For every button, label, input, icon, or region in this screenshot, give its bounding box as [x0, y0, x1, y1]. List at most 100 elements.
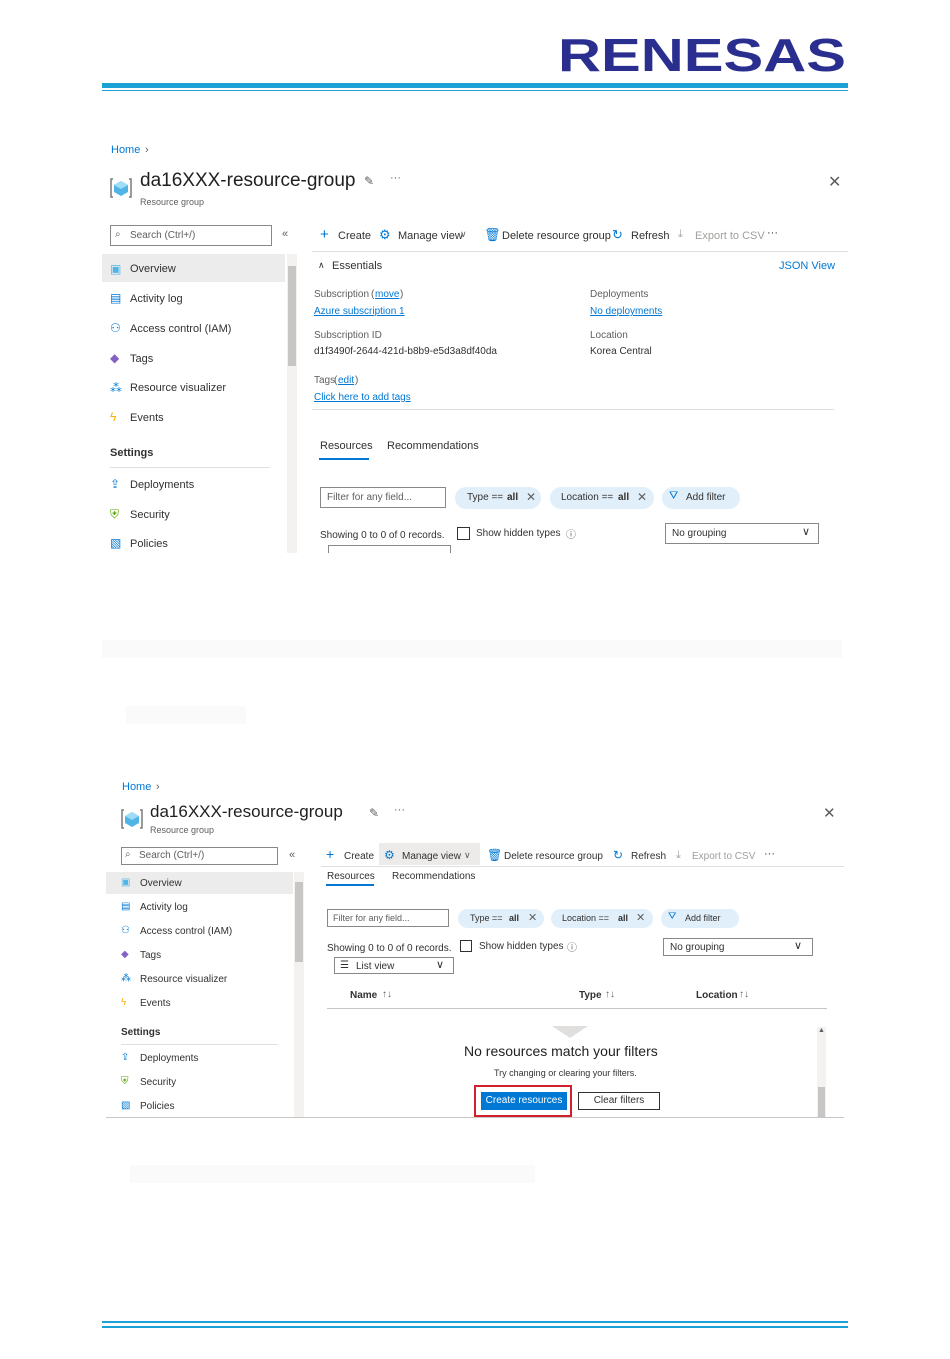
empty-title: No resources match your filters	[464, 1043, 658, 1059]
close-icon[interactable]: ✕	[636, 911, 645, 924]
tab-resources[interactable]: Resources	[320, 440, 373, 452]
type-filter-value: all	[507, 492, 519, 503]
faint-band	[126, 706, 246, 724]
sidebar-item-label: Overview	[140, 878, 182, 889]
manage-view-button[interactable]: Manage view	[398, 230, 463, 242]
show-hidden-checkbox[interactable]	[457, 527, 470, 540]
header-rule-thin	[102, 90, 848, 91]
pin-icon[interactable]: ✎	[369, 806, 379, 820]
subscription-link[interactable]: Azure subscription 1	[314, 306, 405, 317]
toolbar-more-icon[interactable]: ···	[764, 848, 775, 860]
grouping-value: No grouping	[672, 528, 727, 539]
breadcrumb-home[interactable]: Home	[111, 144, 140, 156]
sort-icon[interactable]: ↑↓	[382, 989, 392, 1000]
content-scroll-thumb[interactable]	[818, 1087, 825, 1117]
sort-icon[interactable]: ↑↓	[605, 989, 615, 1000]
toolbar-more-icon[interactable]: ···	[767, 227, 778, 239]
sidebar-scroll-thumb[interactable]	[288, 266, 296, 366]
export-csv-button[interactable]: Export to CSV	[695, 230, 765, 242]
edit-tags-link[interactable]: edit	[338, 375, 354, 386]
chevron-down-icon: ∨	[794, 940, 803, 952]
sidebar-item-resource-visualizer[interactable]: Resource visualizer	[140, 974, 227, 985]
tags-label: Tags	[314, 375, 336, 386]
pin-icon[interactable]: ✎	[364, 174, 374, 188]
tab-recommendations[interactable]: Recommendations	[387, 440, 479, 452]
column-header-name[interactable]: Name	[350, 990, 377, 1001]
records-count: Showing 0 to 0 of 0 records.	[327, 943, 452, 954]
sidebar-item-tags[interactable]: Tags	[130, 353, 153, 365]
close-icon[interactable]: ✕	[823, 804, 836, 822]
location-filter-value: all	[618, 913, 629, 923]
sidebar-item-activity-log[interactable]: Activity log	[140, 902, 188, 913]
sidebar-item-activity-log[interactable]: Activity log	[130, 293, 183, 305]
more-icon[interactable]: ···	[394, 804, 405, 816]
close-icon[interactable]: ✕	[526, 490, 536, 504]
search-icon: ⌕	[125, 849, 131, 860]
trash-icon: 🗑	[484, 227, 501, 242]
delete-resource-group-button[interactable]: Delete resource group	[504, 851, 603, 862]
sidebar-item-iam[interactable]: Access control (IAM)	[130, 323, 231, 335]
sidebar-scroll-thumb[interactable]	[295, 882, 303, 962]
create-resources-button[interactable]: Create resources	[481, 1092, 567, 1110]
sidebar-item-overview[interactable]	[106, 872, 293, 894]
breadcrumb-home[interactable]: Home	[122, 781, 151, 793]
refresh-button[interactable]: Refresh	[631, 230, 670, 242]
search-placeholder: Search (Ctrl+/)	[130, 230, 196, 241]
delete-resource-group-button[interactable]: Delete resource group	[502, 230, 611, 242]
create-button[interactable]: Create	[338, 230, 371, 242]
download-icon: ⤓	[678, 228, 683, 240]
clear-filters-button[interactable]: Clear filters	[578, 1092, 660, 1110]
sidebar-item-deployments[interactable]: Deployments	[130, 479, 194, 491]
gear-icon: ⚙	[379, 227, 391, 242]
collapse-icon[interactable]: «	[282, 228, 288, 240]
toolbar-divider	[321, 866, 844, 867]
sidebar-item-resource-visualizer[interactable]: Resource visualizer	[130, 382, 226, 394]
paren-open: (	[371, 289, 375, 300]
column-header-type[interactable]: Type	[579, 990, 602, 1001]
collapse-icon[interactable]: «	[289, 849, 295, 861]
no-deployments-link[interactable]: No deployments	[590, 306, 662, 317]
list-view-dropdown-partial[interactable]	[328, 545, 451, 553]
settings-divider	[121, 1044, 278, 1045]
breadcrumb-chevron-icon: ›	[145, 144, 149, 156]
settings-header: Settings	[110, 447, 154, 459]
deployments-label: Deployments	[590, 289, 649, 300]
chevron-down-icon: ∨	[802, 526, 811, 538]
sidebar-item-deployments[interactable]: Deployments	[140, 1053, 198, 1064]
sidebar-item-policies[interactable]: Policies	[130, 538, 168, 550]
chevron-down-icon: ∨	[464, 850, 471, 860]
add-tags-link[interactable]: Click here to add tags	[314, 392, 411, 403]
refresh-icon: ↻	[613, 848, 624, 862]
column-header-location[interactable]: Location	[696, 990, 738, 1001]
export-csv-button[interactable]: Export to CSV	[692, 851, 755, 862]
manage-view-button[interactable]: Manage view	[402, 851, 461, 862]
close-icon[interactable]: ✕	[828, 172, 841, 192]
sidebar-item-label: Overview	[130, 263, 176, 275]
sort-icon[interactable]: ↑↓	[739, 989, 749, 1000]
scroll-up-icon[interactable]: ▲	[818, 1027, 825, 1034]
sidebar-item-security[interactable]: Security	[140, 1077, 176, 1088]
sidebar-item-policies[interactable]: Policies	[140, 1101, 174, 1112]
sidebar-item-tags[interactable]: Tags	[140, 950, 161, 961]
sidebar-item-iam[interactable]: Access control (IAM)	[140, 926, 232, 937]
move-link[interactable]: move	[375, 289, 399, 300]
location-filter-prefix: Location ==	[562, 913, 610, 923]
essentials-header[interactable]: Essentials	[332, 260, 382, 272]
close-icon[interactable]: ✕	[528, 911, 537, 924]
search-icon: ⌕	[115, 229, 121, 240]
create-button[interactable]: Create	[344, 851, 374, 862]
refresh-button[interactable]: Refresh	[631, 851, 666, 862]
tab-resources[interactable]: Resources	[327, 871, 375, 882]
json-view-link[interactable]: JSON View	[779, 260, 835, 272]
close-icon[interactable]: ✕	[637, 490, 647, 504]
empty-hint: Try changing or clearing your filters.	[494, 1068, 637, 1078]
tab-recommendations[interactable]: Recommendations	[392, 871, 475, 882]
sidebar-item-events[interactable]: Events	[130, 412, 164, 424]
more-icon[interactable]: ···	[390, 172, 401, 184]
settings-divider	[110, 467, 270, 468]
subscription-id-value: d1f3490f-2644-421d-b8b9-e5d3a8df40da	[314, 346, 497, 357]
settings-header: Settings	[121, 1027, 161, 1038]
sidebar-item-events[interactable]: Events	[140, 998, 171, 1009]
show-hidden-checkbox[interactable]	[460, 940, 472, 952]
sidebar-item-security[interactable]: Security	[130, 509, 170, 521]
